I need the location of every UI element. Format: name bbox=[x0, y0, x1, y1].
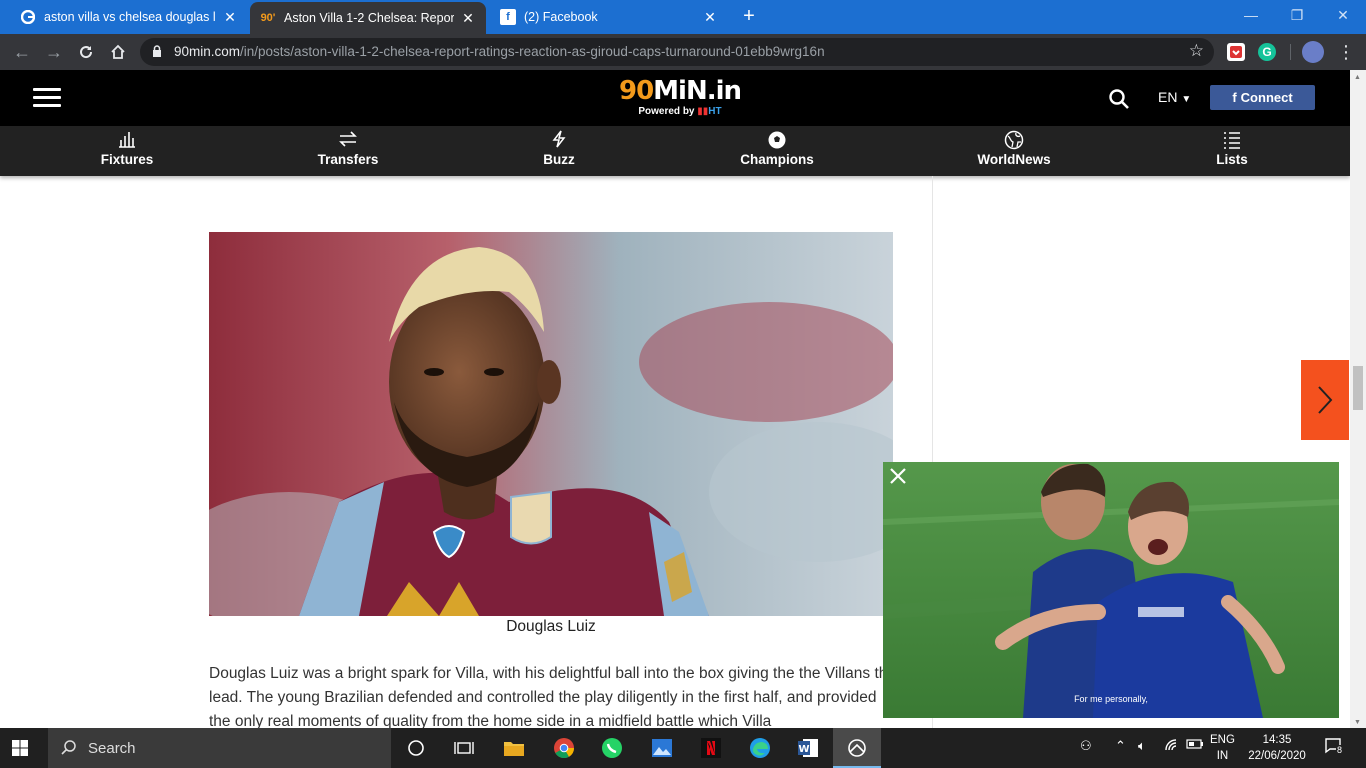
notification-count: 8 bbox=[1336, 745, 1344, 755]
restore-button[interactable]: ❐ bbox=[1274, 0, 1320, 30]
bookmark-star-icon[interactable]: ☆ bbox=[1189, 41, 1204, 61]
file-explorer-icon[interactable] bbox=[502, 736, 526, 760]
category-nav: Fixtures Transfers Buzz Champions WorldN… bbox=[0, 126, 1350, 176]
site-logo[interactable]: 90MiN.in Powered by ▮▮HT bbox=[610, 76, 750, 120]
facebook-connect-button[interactable]: f Connect bbox=[1210, 85, 1315, 110]
search-icon[interactable] bbox=[1108, 88, 1130, 110]
article-photo bbox=[209, 232, 893, 616]
article-body: Douglas Luiz was a bright spark for Vill… bbox=[209, 665, 896, 730]
task-view-icon[interactable] bbox=[452, 736, 476, 760]
close-tab-icon[interactable]: ✕ bbox=[460, 10, 476, 27]
volume-icon[interactable]: 🔈︎ bbox=[1138, 738, 1146, 754]
search-placeholder: Search bbox=[88, 739, 136, 757]
grammarly-icon[interactable]: G bbox=[1258, 43, 1276, 61]
bar-chart-icon bbox=[67, 126, 187, 152]
menu-kebab-icon[interactable]: ⋮ bbox=[1334, 40, 1358, 64]
football-icon bbox=[717, 126, 837, 152]
lightning-icon bbox=[499, 126, 619, 152]
tab-title: aston villa vs chelsea douglas luiz bbox=[44, 10, 216, 24]
nav-item-fixtures[interactable]: Fixtures bbox=[67, 126, 187, 176]
facebook-icon: f bbox=[1232, 90, 1237, 105]
transfer-arrows-icon bbox=[288, 126, 408, 152]
clock-date: 22/06/2020 bbox=[1248, 750, 1306, 762]
language-selector[interactable]: EN ▼ bbox=[1158, 89, 1191, 105]
netflix-icon[interactable] bbox=[699, 736, 723, 760]
action-center-icon[interactable]: 8 bbox=[1324, 737, 1344, 758]
nav-label: Lists bbox=[1216, 152, 1248, 167]
floating-video-player[interactable]: For me personally, bbox=[883, 462, 1339, 718]
globe-icon bbox=[954, 126, 1074, 152]
new-tab-button[interactable]: + bbox=[738, 5, 760, 27]
svg-text:W: W bbox=[798, 744, 809, 755]
back-button[interactable]: ← bbox=[10, 40, 34, 64]
scroll-up-arrow[interactable]: ▲ bbox=[1354, 74, 1361, 81]
extension-pocket-icon[interactable] bbox=[1227, 43, 1245, 61]
photo-caption: Douglas Luiz bbox=[506, 618, 596, 635]
nav-label: Fixtures bbox=[100, 152, 154, 167]
profile-avatar[interactable] bbox=[1302, 41, 1324, 63]
next-article-button[interactable] bbox=[1301, 360, 1349, 440]
hamburger-menu-icon[interactable] bbox=[33, 88, 61, 108]
tab-facebook[interactable]: f (2) Facebook ✕ bbox=[490, 0, 728, 34]
tab-title: (2) Facebook bbox=[524, 10, 598, 24]
browser-tab-strip: aston villa vs chelsea douglas luiz ✕ 90… bbox=[0, 0, 1366, 34]
xbox-game-bar-icon[interactable] bbox=[833, 728, 881, 768]
scrollbar-thumb[interactable] bbox=[1353, 366, 1363, 410]
minimize-button[interactable]: — bbox=[1228, 0, 1274, 30]
video-subtitle: For me personally, bbox=[1074, 694, 1148, 704]
tab-90min-article[interactable]: 90' Aston Villa 1-2 Chelsea: Report, R ✕ bbox=[250, 2, 486, 34]
google-icon bbox=[20, 9, 36, 25]
tab-title: Aston Villa 1-2 Chelsea: Report, R bbox=[284, 11, 454, 25]
list-icon bbox=[1172, 126, 1292, 152]
facebook-icon: f bbox=[500, 9, 516, 25]
nav-item-worldnews[interactable]: WorldNews bbox=[954, 126, 1074, 176]
chevron-down-icon: ▼ bbox=[1181, 94, 1192, 105]
nav-item-transfers[interactable]: Transfers bbox=[288, 126, 408, 176]
chevron-right-icon bbox=[1318, 386, 1333, 414]
lock-icon bbox=[153, 45, 161, 57]
battery-icon[interactable] bbox=[1186, 738, 1204, 753]
close-tab-icon[interactable]: ✕ bbox=[222, 9, 238, 26]
close-window-button[interactable]: ✕ bbox=[1320, 0, 1366, 30]
edge-icon[interactable] bbox=[748, 736, 772, 760]
people-icon[interactable]: ⚇ bbox=[1080, 738, 1092, 754]
input-language-indicator[interactable]: ENG IN bbox=[1210, 732, 1235, 764]
wifi-icon[interactable] bbox=[1164, 738, 1180, 755]
scroll-down-arrow[interactable]: ▼ bbox=[1354, 719, 1361, 726]
nav-item-champions[interactable]: Champions bbox=[717, 126, 837, 176]
clock-time: 14:35 bbox=[1262, 734, 1292, 746]
photos-icon[interactable] bbox=[650, 736, 674, 760]
nav-label: Buzz bbox=[543, 152, 575, 167]
cortana-icon[interactable] bbox=[404, 736, 428, 760]
tab-google-search[interactable]: aston villa vs chelsea douglas luiz ✕ bbox=[10, 0, 248, 34]
site-header: 90MiN.in Powered by ▮▮HT EN ▼ f Connect bbox=[0, 70, 1350, 126]
windows-taskbar: Search W ⚇ ⌃ 🔈︎ ENG IN 14:35 22/06/2020 … bbox=[0, 728, 1366, 768]
nav-label: Transfers bbox=[317, 152, 379, 167]
90min-icon: 90' bbox=[260, 12, 276, 24]
search-icon bbox=[61, 740, 76, 755]
nav-label: WorldNews bbox=[977, 152, 1051, 167]
page-scrollbar[interactable]: ▲ ▼ bbox=[1350, 70, 1366, 728]
forward-button[interactable]: → bbox=[42, 40, 66, 64]
nav-item-lists[interactable]: Lists bbox=[1172, 126, 1292, 176]
word-icon[interactable]: W bbox=[796, 736, 820, 760]
taskbar-search-box[interactable]: Search bbox=[48, 728, 391, 768]
show-hidden-icons[interactable]: ⌃ bbox=[1115, 738, 1126, 754]
address-bar[interactable]: 90min.com/in/posts/aston-villa-1-2-chels… bbox=[140, 38, 1214, 66]
url-text: 90min.com/in/posts/aston-villa-1-2-chels… bbox=[174, 44, 825, 59]
whatsapp-icon[interactable] bbox=[600, 736, 624, 760]
clock[interactable]: 14:35 22/06/2020 bbox=[1248, 732, 1306, 764]
toolbar-divider bbox=[1290, 44, 1291, 60]
home-button[interactable] bbox=[106, 40, 130, 64]
close-video-icon[interactable] bbox=[889, 467, 907, 485]
nav-item-buzz[interactable]: Buzz bbox=[499, 126, 619, 176]
chrome-icon[interactable] bbox=[552, 736, 576, 760]
nav-label: Champions bbox=[740, 152, 814, 167]
reload-button[interactable] bbox=[74, 40, 98, 64]
browser-toolbar: ← → 90min.com/in/posts/aston-villa-1-2-c… bbox=[0, 34, 1366, 70]
close-tab-icon[interactable]: ✕ bbox=[702, 9, 718, 26]
windows-start-icon[interactable] bbox=[12, 740, 28, 756]
